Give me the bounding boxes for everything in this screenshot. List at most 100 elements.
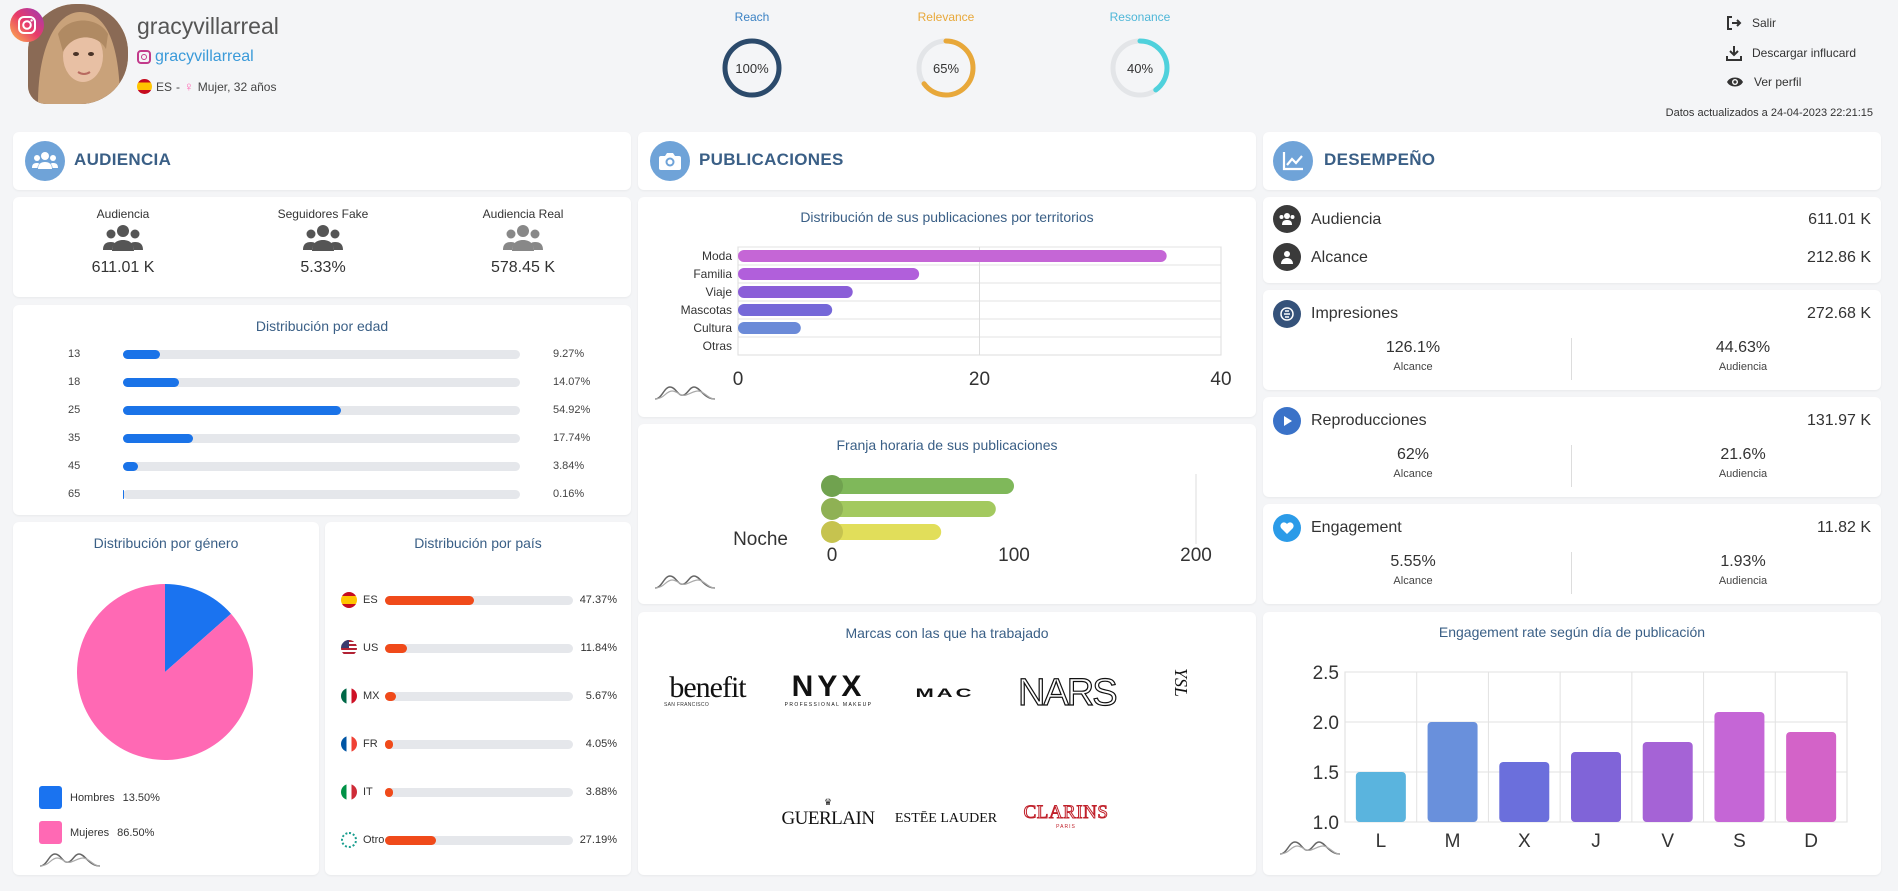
instagram-handle-link[interactable]: gracyvillarreal [137, 48, 254, 66]
country-code: Otro [363, 834, 385, 846]
perf-reach-label: Alcance [1311, 249, 1368, 266]
audiencia-header-card: AUDIENCIA [13, 132, 631, 190]
perf-right-metric: 44.63% Audiencia [1663, 339, 1823, 373]
y-tick-label: 2.5 [1313, 663, 1339, 684]
spain-flag-icon [137, 79, 152, 94]
guerlain-crest-icon: ♛ [823, 797, 833, 807]
female-icon: ♀ [184, 79, 194, 94]
x-tick-label: L [1376, 831, 1387, 852]
country-code: ES [156, 79, 173, 94]
country-value: 11.84% [580, 642, 618, 654]
perf-right-metric: 1.93% Audiencia [1663, 553, 1823, 587]
x-tick-label: X [1518, 831, 1531, 852]
flag-it-icon [341, 784, 357, 800]
x-tick-label: 100 [998, 545, 1030, 566]
bar-day-s [1714, 712, 1765, 822]
bar-day-x [1499, 762, 1550, 822]
hours-bar-cap [821, 498, 843, 520]
gauge-ring: 100% [722, 38, 782, 98]
perf-left-value: 5.55% [1390, 553, 1436, 570]
perf-reach-value: 212.86 K [1806, 249, 1871, 266]
wave-icon [39, 853, 101, 867]
age-row: 13 9.27% [13, 348, 631, 362]
stat-value: 5.33% [300, 259, 346, 276]
brand-mac[interactable]: MAC [896, 680, 994, 706]
y-tick-label: 2.0 [1313, 713, 1339, 734]
profile-demographics: ES - ♀ Mujer, 32 años [137, 79, 276, 94]
territories-title: Distribución de sus publicaciones por te… [800, 209, 1094, 225]
engagement-rate-title: Engagement rate según día de publicación [1438, 624, 1706, 640]
logout-icon [1727, 16, 1742, 30]
instagram-logo-icon [10, 8, 44, 42]
legend-label: Hombres [70, 791, 115, 804]
heart-icon [1273, 514, 1301, 542]
x-tick-label: D [1804, 831, 1818, 852]
country-row: US 11.84% [325, 640, 631, 658]
age-value: 3.84% [553, 460, 585, 472]
y-tick-label: 1.0 [1313, 813, 1339, 834]
brand-ysl[interactable]: YSL [1166, 668, 1196, 724]
age-label: 13 [68, 348, 81, 360]
bar-day-v [1642, 742, 1693, 822]
hours-title: Franja horaria de sus publicaciones [836, 437, 1058, 453]
engagement-rate-bar-chart: 1.0 1.5 2.0 2.5 L M X J V S D [1313, 663, 1848, 852]
country-bar-fill [385, 644, 408, 653]
age-bar-track [123, 462, 520, 471]
perf-right-label: Audiencia [1718, 361, 1768, 373]
gauge-ring: 40% [1110, 38, 1170, 98]
y-tick-label: Moda [702, 249, 732, 263]
download-influcard-link[interactable]: Descargar influcard [1726, 45, 1856, 61]
gauge-resonance: Resonance 40% [1100, 8, 1180, 103]
country-code: FR [363, 738, 378, 750]
publicaciones-title: PUBLICACIONES [699, 150, 844, 169]
stat-label: Audiencia Real [482, 207, 564, 221]
exit-link[interactable]: Salir [1726, 15, 1776, 31]
perf-block-label: Engagement [1311, 519, 1402, 536]
download-label: Descargar influcard [1752, 46, 1857, 60]
age-row: 45 3.84% [13, 460, 631, 474]
gauge-value: 65% [933, 61, 959, 76]
flag-mx-icon [341, 688, 357, 704]
brand-benefit[interactable]: benefit SAN FRANCISCO [660, 673, 755, 714]
age-label: 18 [68, 376, 81, 388]
country-bar-track [385, 836, 573, 845]
brand-nars[interactable]: NARS [1017, 671, 1118, 715]
country-code: MX [363, 690, 380, 702]
age-bar-fill [123, 462, 139, 471]
brand-clarins[interactable]: CLARINS PARIS [1012, 802, 1120, 832]
age-bar-fill [123, 406, 342, 415]
perf-block-value: 272.68 K [1806, 305, 1871, 322]
legend-item: Hombres 13.50% [39, 786, 160, 809]
perf-block-label: Reproducciones [1311, 412, 1427, 429]
y-tick-label: Otras [703, 339, 732, 353]
flag-fr-icon [341, 736, 357, 752]
publicaciones-header-card: PUBLICACIONES [638, 132, 1256, 190]
country-value: 5.67% [585, 690, 617, 702]
bar-viaje [738, 286, 853, 298]
bar-familia [738, 268, 920, 280]
age-bar-track [123, 434, 520, 443]
age-value: 9.27% [553, 348, 585, 360]
brain-icon [1273, 300, 1301, 328]
brand-nyx[interactable]: NYX PROFESSIONAL MAKEUP [776, 672, 881, 714]
age-bar-track [123, 378, 520, 387]
country-row: FR 4.05% [325, 736, 631, 754]
audience-icon [1273, 205, 1301, 233]
perf-divider [1571, 338, 1572, 380]
hours-bar [832, 501, 996, 517]
country-bar-fill [385, 740, 393, 749]
brands-title: Marcas con las que ha trabajado [845, 625, 1049, 641]
age-distribution-card: Distribución por edad 13 9.27% 18 14.07% 25 5… [13, 305, 631, 515]
flag-us-icon [341, 640, 357, 656]
flag-es-icon [341, 592, 357, 608]
hours-card: Franja horaria de sus publicaciones 0 100… [638, 424, 1256, 604]
brand-estee-lauder[interactable]: ESTĒE LAUDER [894, 808, 998, 832]
eye-icon [1727, 77, 1743, 87]
audience-stats-card: Audiencia 611.01 K Seguidores Fake 5.33% Aud… [13, 197, 631, 297]
territories-bar-chart: 0 20 40 Moda Familia Viaje Mascotas Cultura Otra… [681, 246, 1232, 387]
brand-guerlain[interactable]: ♛ GUERLAIN [776, 797, 880, 835]
country-distribution-card: Distribución por país ES 47.37% US 11.84% MX… [325, 522, 631, 875]
view-profile-link[interactable]: Ver perfil [1726, 75, 1801, 89]
perf-audience-value: 611.01 K [1808, 211, 1871, 228]
gauge-label: Relevance [917, 10, 975, 24]
